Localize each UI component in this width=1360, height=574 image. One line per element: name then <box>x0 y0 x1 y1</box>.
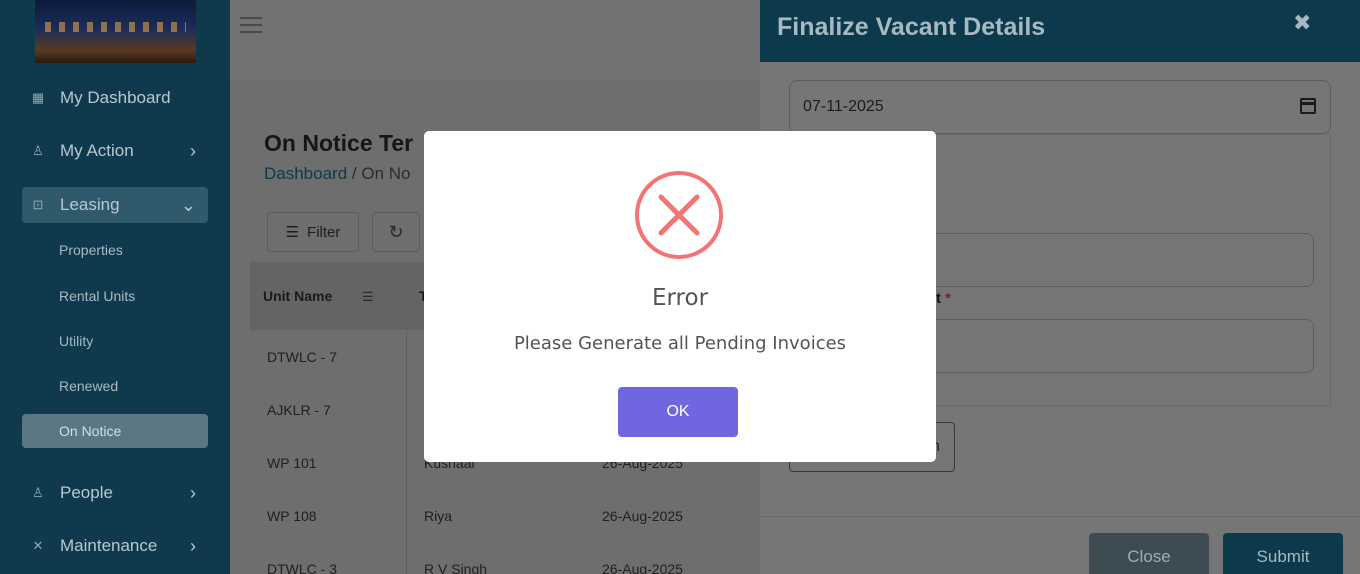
chevron-down-icon: ⌄ <box>180 194 196 215</box>
calendar-icon[interactable] <box>1300 98 1316 114</box>
close-button[interactable]: Close <box>1089 533 1209 574</box>
sidebar-item-label: Leasing <box>60 195 120 214</box>
table-cell: WP 108 <box>267 508 317 524</box>
filter-icon: ☰ <box>285 224 300 241</box>
drawer-footer-divider <box>760 516 1360 517</box>
table-cell: 26-Aug-2025 <box>602 561 683 574</box>
top-bar <box>230 0 760 80</box>
sidebar-item-label: People <box>60 483 113 502</box>
chevron-right-icon: › <box>190 535 196 556</box>
ok-button[interactable]: OK <box>618 387 738 437</box>
sidebar: ▦ My Dashboard ♙ My Action › ⊡ Leasing ⌄… <box>0 0 230 574</box>
table-cell: DTWLC - 3 <box>267 561 337 574</box>
sidebar-subitem-on-notice[interactable]: On Notice <box>22 414 208 448</box>
refresh-button[interactable]: ↻ <box>372 212 420 252</box>
chevron-right-icon: › <box>190 140 196 161</box>
close-icon[interactable]: ✖ <box>1293 10 1311 36</box>
filter-button[interactable]: ☰ Filter <box>267 212 359 252</box>
table-cell: DTWLC - 7 <box>267 349 337 365</box>
column-divider <box>406 330 407 574</box>
error-dialog: Error Please Generate all Pending Invoic… <box>424 131 936 462</box>
sidebar-subitem-renewed[interactable]: Renewed <box>22 369 208 403</box>
lock-icon: ⊡ <box>32 197 44 212</box>
date-value: 07-11-2025 <box>803 98 884 115</box>
sidebar-item-people[interactable]: ♙ People › <box>22 475 208 511</box>
required-mark: * <box>945 290 952 307</box>
sidebar-item-maintenance[interactable]: ✕ Maintenance › <box>22 528 208 564</box>
dialog-message: Please Generate all Pending Invoices <box>513 333 847 354</box>
dialog-title: Error <box>651 285 709 311</box>
error-icon <box>635 171 723 259</box>
table-cell: R V Singh <box>424 561 488 574</box>
dashboard-icon: ▦ <box>31 90 45 105</box>
sidebar-item-leasing[interactable]: ⊡ Leasing ⌄ <box>22 187 208 223</box>
sort-icon[interactable]: ☰ <box>362 289 374 305</box>
table-cell: Riya <box>424 508 453 524</box>
sidebar-item-label: My Action <box>60 141 134 160</box>
breadcrumb-separator: / <box>351 164 357 183</box>
sidebar-item-my-action[interactable]: ♙ My Action › <box>22 133 208 169</box>
page-title: On Notice Ter <box>264 130 414 156</box>
field-label-text: t <box>936 290 941 307</box>
field-label: t * <box>936 290 951 307</box>
sidebar-subitem-properties[interactable]: Properties <box>22 233 208 267</box>
tools-icon: ✕ <box>32 538 44 553</box>
people-icon: ♙ <box>32 485 44 500</box>
breadcrumb: Dashboard / On No <box>264 164 411 184</box>
breadcrumb-current: On No <box>361 164 411 183</box>
company-logo <box>35 0 196 63</box>
sidebar-item-my-dashboard[interactable]: ▦ My Dashboard <box>22 80 208 116</box>
filter-label: Filter <box>307 223 341 241</box>
drawer-header: Finalize Vacant Details ✖ <box>760 0 1360 62</box>
user-icon: ♙ <box>32 143 44 158</box>
chevron-right-icon: › <box>190 482 196 503</box>
table-cell: 26-Aug-2025 <box>602 508 683 524</box>
sidebar-subitem-utility[interactable]: Utility <box>22 324 208 358</box>
drawer-title: Finalize Vacant Details <box>777 13 1046 41</box>
menu-icon[interactable] <box>240 17 262 33</box>
table-cell: AJKLR - 7 <box>267 402 331 418</box>
breadcrumb-home-link[interactable]: Dashboard <box>264 164 347 183</box>
vacant-date-input[interactable]: 07-11-2025 <box>789 80 1331 134</box>
sidebar-item-label: My Dashboard <box>60 88 171 107</box>
submit-button[interactable]: Submit <box>1223 533 1343 574</box>
refresh-icon: ↻ <box>388 221 404 242</box>
sidebar-subitem-rental-units[interactable]: Rental Units <box>22 279 208 313</box>
column-header-unit-name[interactable]: Unit Name <box>263 288 332 304</box>
table-cell: WP 101 <box>267 455 317 471</box>
sidebar-item-label: Maintenance <box>60 536 158 555</box>
